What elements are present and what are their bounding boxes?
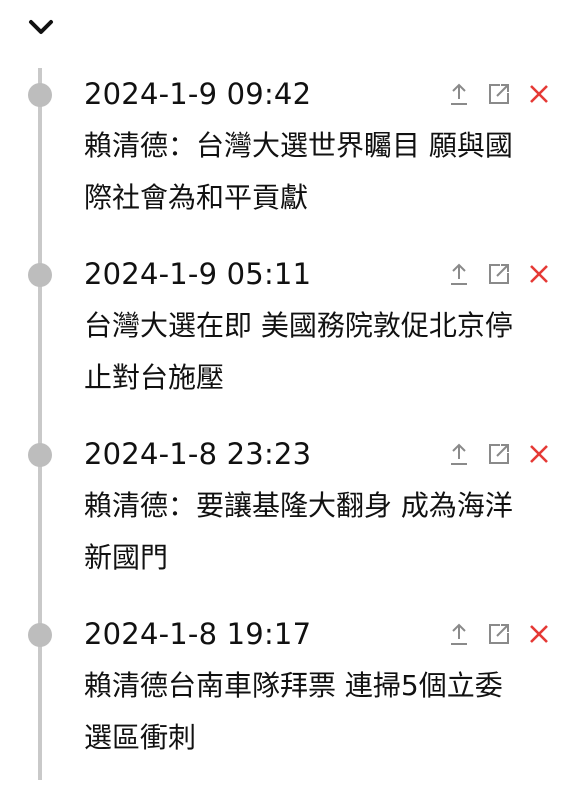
entry-actions bbox=[446, 80, 552, 108]
timeline-entry: 2024-1-8 23:23 賴清德：要讓基隆大翻身 成為海洋新國門 bbox=[0, 432, 564, 612]
remove-button[interactable] bbox=[526, 441, 552, 467]
entry-timestamp: 2024-1-9 09:42 bbox=[84, 77, 312, 111]
timeline-entry: 2024-1-9 05:11 台灣大選在即 美國務院敦促北京停止對台施壓 bbox=[0, 252, 564, 432]
timeline-dot bbox=[28, 263, 52, 287]
collapse-toggle[interactable] bbox=[28, 16, 54, 38]
remove-button[interactable] bbox=[526, 261, 552, 287]
share-button[interactable] bbox=[446, 261, 472, 287]
entry-headline[interactable]: 賴清德台南車隊拜票 連掃5個立委選區衝刺 bbox=[84, 660, 514, 764]
open-external-icon bbox=[489, 84, 509, 104]
open-external-button[interactable] bbox=[486, 81, 512, 107]
close-icon bbox=[530, 445, 548, 463]
share-icon bbox=[451, 263, 467, 285]
open-external-icon bbox=[489, 624, 509, 644]
share-button[interactable] bbox=[446, 621, 472, 647]
open-external-button[interactable] bbox=[486, 621, 512, 647]
open-external-icon bbox=[489, 444, 509, 464]
remove-button[interactable] bbox=[526, 621, 552, 647]
remove-button[interactable] bbox=[526, 81, 552, 107]
entry-headline[interactable]: 賴清德：要讓基隆大翻身 成為海洋新國門 bbox=[84, 480, 514, 584]
close-icon bbox=[530, 85, 548, 103]
timeline-dot bbox=[28, 623, 52, 647]
entry-timestamp: 2024-1-9 05:11 bbox=[84, 257, 312, 291]
share-button[interactable] bbox=[446, 441, 472, 467]
open-external-button[interactable] bbox=[486, 441, 512, 467]
timeline: 2024-1-9 09:42 賴清德：台灣大選世界矚目 願與國際社會為和平貢獻 … bbox=[0, 72, 564, 792]
close-icon bbox=[530, 625, 548, 643]
entry-actions bbox=[446, 440, 552, 468]
entry-actions bbox=[446, 620, 552, 648]
share-icon bbox=[451, 623, 467, 645]
share-button[interactable] bbox=[446, 81, 472, 107]
timeline-entry: 2024-1-8 19:17 賴清德台南車隊拜票 連掃5個立委選區衝刺 bbox=[0, 612, 564, 792]
timeline-entry: 2024-1-9 09:42 賴清德：台灣大選世界矚目 願與國際社會為和平貢獻 bbox=[0, 72, 564, 252]
timeline-dot bbox=[28, 83, 52, 107]
open-external-icon bbox=[489, 264, 509, 284]
timeline-dot bbox=[28, 443, 52, 467]
entry-headline[interactable]: 賴清德：台灣大選世界矚目 願與國際社會為和平貢獻 bbox=[84, 120, 514, 224]
entry-actions bbox=[446, 260, 552, 288]
entry-headline[interactable]: 台灣大選在即 美國務院敦促北京停止對台施壓 bbox=[84, 300, 514, 404]
share-icon bbox=[451, 443, 467, 465]
entry-timestamp: 2024-1-8 19:17 bbox=[84, 617, 312, 651]
close-icon bbox=[530, 265, 548, 283]
open-external-button[interactable] bbox=[486, 261, 512, 287]
entry-timestamp: 2024-1-8 23:23 bbox=[84, 437, 312, 471]
chevron-down-icon bbox=[29, 20, 53, 34]
share-icon bbox=[451, 83, 467, 105]
